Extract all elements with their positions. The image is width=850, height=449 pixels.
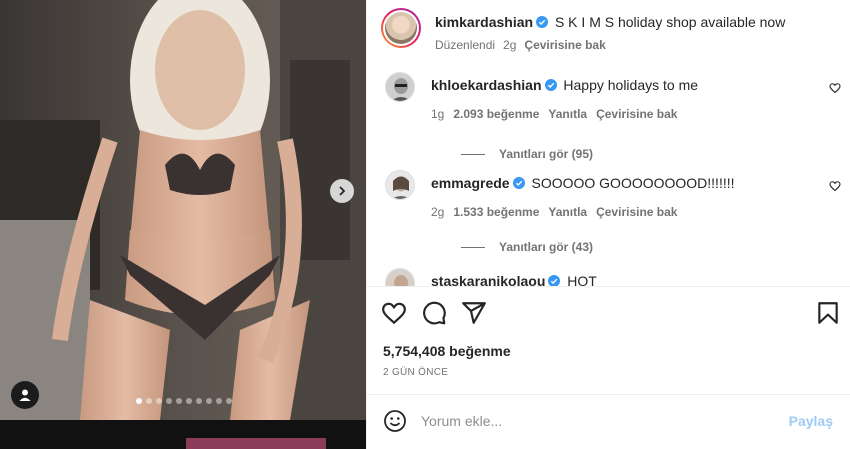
comments-list[interactable]: khloekardashian Happy holidays to me 1g 2… bbox=[367, 62, 850, 286]
comment-avatar[interactable] bbox=[385, 170, 415, 200]
verified-badge-icon bbox=[548, 275, 561, 286]
verified-badge-icon bbox=[536, 16, 549, 28]
caption-translate-link[interactable]: Çevirisine bak bbox=[524, 38, 605, 52]
share-icon[interactable] bbox=[461, 300, 487, 326]
comment-item: khloekardashian Happy holidays to me 1g 2… bbox=[381, 72, 841, 162]
comment-like-icon[interactable] bbox=[829, 180, 841, 192]
carousel-dot bbox=[196, 398, 202, 404]
comment-line: staskaranikolaou HOT bbox=[431, 273, 597, 286]
comment-line: khloekardashian Happy holidays to me bbox=[431, 77, 698, 93]
comment-translate-link[interactable]: Çevirisine bak bbox=[596, 107, 677, 121]
post-date: 2 GÜN ÖNCE bbox=[383, 367, 449, 378]
comment-meta: 1g 2.093 beğenme Yanıtla Çevirisine bak bbox=[431, 107, 686, 121]
carousel-dot bbox=[206, 398, 212, 404]
post-media[interactable] bbox=[0, 0, 366, 420]
media-bottom-strip bbox=[0, 420, 366, 449]
divider bbox=[367, 286, 850, 287]
user-tag-button[interactable] bbox=[11, 381, 39, 409]
carousel-dot bbox=[186, 398, 192, 404]
media-edge bbox=[186, 438, 326, 449]
comment-username[interactable]: emmagrede bbox=[431, 175, 510, 191]
comment-likes[interactable]: 1.533 beğenme bbox=[453, 205, 539, 219]
comment-meta: 2g 1.533 beğenme Yanıtla Çevirisine bak bbox=[431, 205, 686, 219]
post-time: 2g bbox=[503, 38, 517, 52]
comment-text: HOT bbox=[567, 273, 597, 286]
author-username[interactable]: kimkardashian bbox=[435, 14, 533, 30]
comment-item: staskaranikolaou HOT bbox=[381, 268, 841, 286]
comment-avatar[interactable] bbox=[385, 268, 415, 286]
carousel-dot bbox=[166, 398, 172, 404]
carousel-dots bbox=[0, 398, 366, 404]
reply-button[interactable]: Yanıtla bbox=[548, 107, 587, 121]
save-icon[interactable] bbox=[815, 300, 841, 326]
comment-username[interactable]: khloekardashian bbox=[431, 77, 542, 93]
verified-badge-icon bbox=[512, 177, 525, 189]
post-details-panel: kimkardashian S K I M S holiday shop ava… bbox=[366, 0, 850, 449]
comment-item: emmagrede SOOOOO GOOOOOOOOD!!!!!!! 2g 1.5… bbox=[381, 170, 841, 260]
comment-time: 1g bbox=[431, 107, 445, 121]
chevron-right-icon bbox=[339, 186, 346, 196]
post-comment-button[interactable]: Paylaş bbox=[789, 413, 833, 429]
carousel-dot bbox=[216, 398, 222, 404]
view-replies-label: Yanıtları gör (43) bbox=[499, 240, 594, 254]
heart-icon[interactable] bbox=[381, 300, 407, 326]
comment-icon[interactable] bbox=[421, 300, 447, 326]
carousel-dot bbox=[146, 398, 152, 404]
divider bbox=[367, 394, 850, 395]
edited-label: Düzenlendi bbox=[435, 38, 496, 52]
emoji-icon[interactable] bbox=[383, 409, 407, 433]
comment-username[interactable]: staskaranikolaou bbox=[431, 273, 545, 286]
caption-line: kimkardashian S K I M S holiday shop ava… bbox=[435, 14, 785, 30]
author-avatar[interactable] bbox=[381, 8, 421, 48]
comment-composer: Paylaş bbox=[381, 406, 841, 436]
view-replies-button[interactable]: Yanıtları gör (95) bbox=[461, 147, 593, 161]
caption-meta: Düzenlendi 2g Çevirisine bak bbox=[435, 38, 614, 52]
comment-line: emmagrede SOOOOO GOOOOOOOOD!!!!!!! bbox=[431, 175, 735, 191]
carousel-dot bbox=[226, 398, 232, 404]
comment-time: 2g bbox=[431, 205, 445, 219]
caption-text: S K I M S holiday shop available now bbox=[554, 14, 786, 30]
comment-avatar[interactable] bbox=[385, 72, 415, 102]
carousel-dot bbox=[156, 398, 162, 404]
carousel-dot bbox=[176, 398, 182, 404]
comment-input[interactable] bbox=[421, 411, 781, 431]
comment-translate-link[interactable]: Çevirisine bak bbox=[596, 205, 677, 219]
reply-button[interactable]: Yanıtla bbox=[548, 205, 587, 219]
comment-like-icon[interactable] bbox=[829, 82, 841, 94]
post-actions-bar bbox=[381, 300, 841, 326]
post-photo bbox=[0, 0, 366, 420]
verified-badge-icon bbox=[544, 79, 557, 91]
comment-text: SOOOOO GOOOOOOOOD!!!!!!! bbox=[531, 175, 735, 191]
view-replies-button[interactable]: Yanıtları gör (43) bbox=[461, 240, 593, 254]
post-caption: kimkardashian S K I M S holiday shop ava… bbox=[381, 6, 841, 62]
likes-count[interactable]: 5,754,408 beğenme bbox=[383, 343, 511, 359]
comment-likes[interactable]: 2.093 beğenme bbox=[453, 107, 539, 121]
comment-text: Happy holidays to me bbox=[563, 77, 699, 93]
view-replies-label: Yanıtları gör (95) bbox=[499, 147, 594, 161]
carousel-next-button[interactable] bbox=[330, 179, 354, 203]
carousel-dot bbox=[136, 398, 142, 404]
